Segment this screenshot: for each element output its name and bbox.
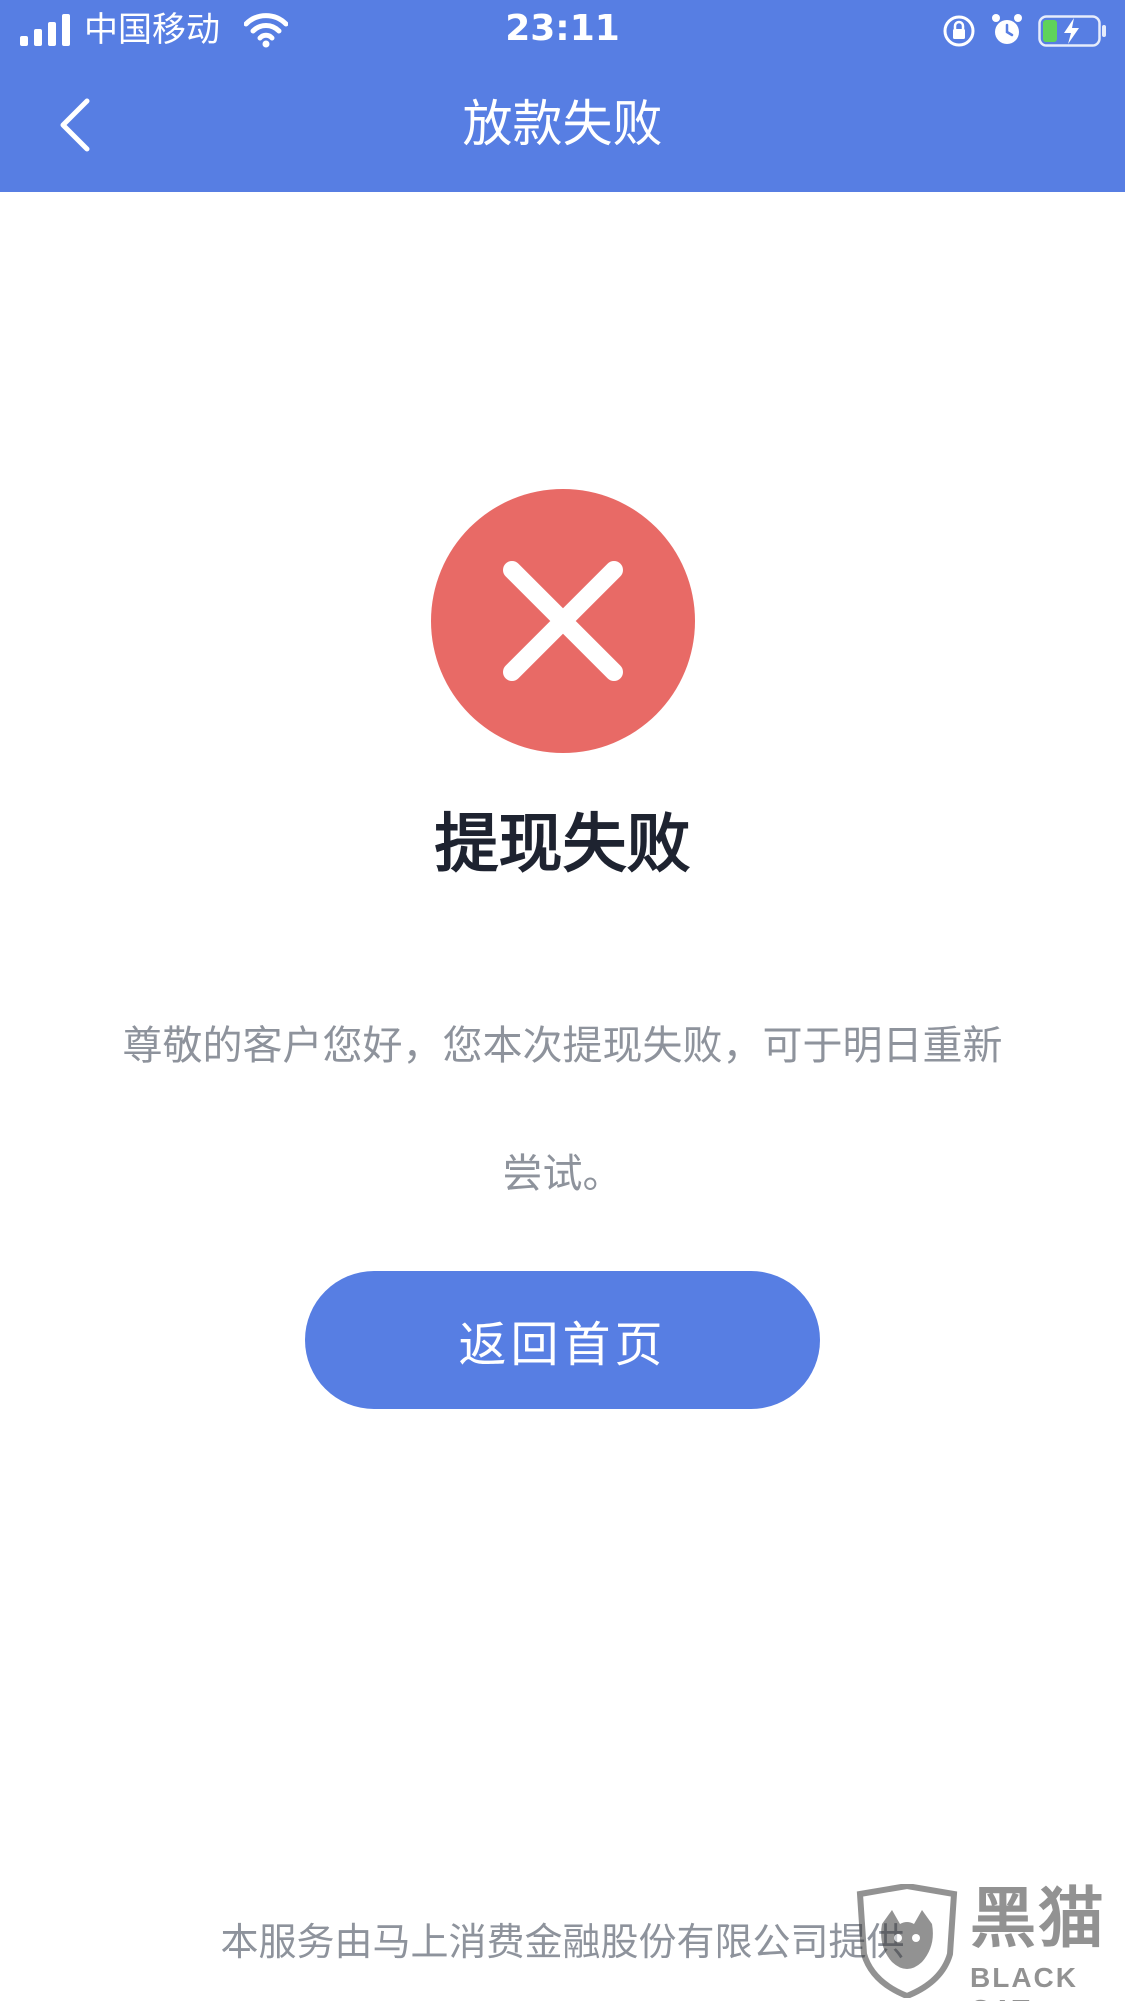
nav-bar: 放款失败 xyxy=(0,62,1125,192)
black-cat-watermark: 黑猫 BLACK CAT xyxy=(852,1880,1125,2001)
status-bar: 中国移动 23:11 xyxy=(0,0,1125,62)
screen: 中国移动 23:11 放款失败 提现失败 尊敬的客户您好，您本次提现失败，可于明… xyxy=(0,0,1125,2001)
shield-cat-logo-icon xyxy=(856,1884,958,1998)
battery-charging-icon xyxy=(1038,15,1106,47)
return-home-button[interactable]: 返回首页 xyxy=(305,1271,820,1409)
error-x-icon xyxy=(431,489,695,753)
alarm-icon xyxy=(992,14,1022,44)
header: 中国移动 23:11 放款失败 xyxy=(0,0,1125,192)
rotation-lock-icon xyxy=(943,15,975,47)
result-title: 提现失败 xyxy=(434,808,691,882)
result-message: 尊敬的客户您好，您本次提现失败，可于明日重新尝试。 xyxy=(122,1023,1003,1197)
page-title: 放款失败 xyxy=(462,95,663,153)
watermark-sub: BLACK CAT xyxy=(970,1962,1078,2001)
watermark-name: 黑猫 xyxy=(970,1880,1106,1957)
